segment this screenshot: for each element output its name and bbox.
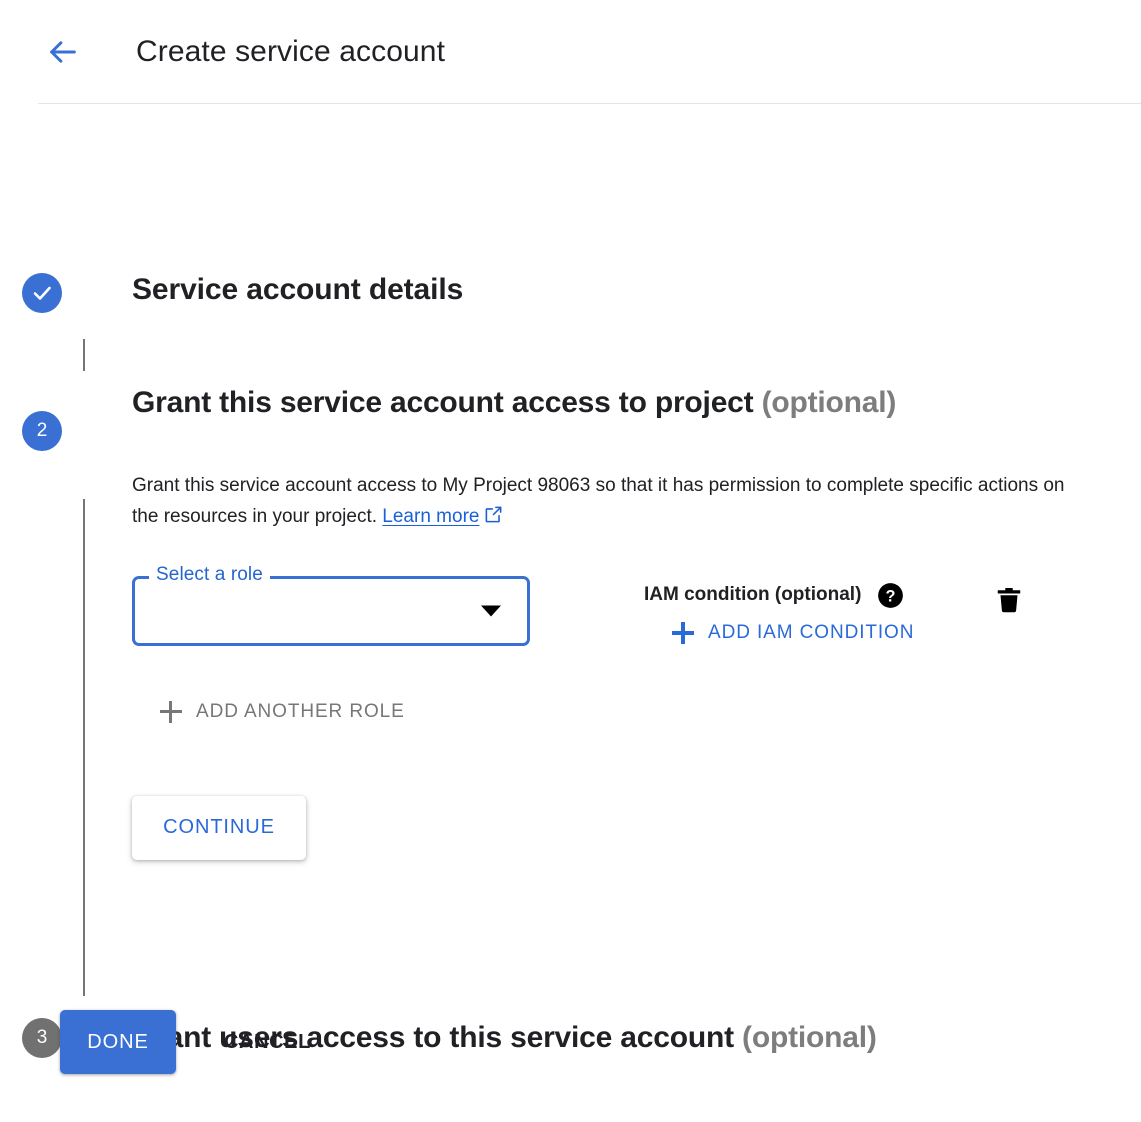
learn-more-link[interactable]: Learn more (382, 506, 503, 527)
step-2-title-optional: (optional) (762, 386, 897, 419)
plus-icon (160, 701, 182, 723)
step-2-description-text: Grant this service account access to My … (132, 475, 1065, 527)
role-row: Select a role IAM condition (optional) ? (132, 576, 1141, 646)
help-filled-icon[interactable]: ? (877, 582, 904, 609)
step-1-badge-complete (22, 273, 62, 313)
step-1-badge-column (0, 273, 84, 313)
footer-actions: DONE CANCEL (60, 1010, 311, 1074)
check-icon (30, 281, 54, 305)
iam-condition-block: IAM condition (optional) ? ADD IAM CONDI… (644, 576, 914, 644)
arrow-left-icon (46, 35, 80, 69)
stepper: Service account details 2 Grant this ser… (0, 103, 1141, 161)
continue-button[interactable]: CONTINUE (132, 796, 306, 860)
step-2-title: Grant this service account access to pro… (132, 385, 896, 420)
svg-text:?: ? (886, 587, 896, 605)
plus-icon (672, 622, 694, 644)
page-header: Create service account (0, 0, 1141, 103)
trash-icon (994, 584, 1024, 616)
back-button[interactable] (40, 29, 86, 75)
add-another-role-label: ADD ANOTHER ROLE (196, 701, 405, 723)
stepper-connector-1 (83, 339, 85, 371)
step-2-badge-column: 2 (0, 385, 84, 451)
step-2-description: Grant this service account access to My … (132, 471, 1082, 533)
done-button[interactable]: DONE (60, 1010, 176, 1074)
iam-condition-label: IAM condition (optional) (644, 584, 861, 606)
select-a-role-dropdown[interactable]: Select a role (132, 576, 530, 646)
add-another-role-button[interactable]: ADD ANOTHER ROLE (160, 701, 405, 723)
step-2-body: Grant this service account access to My … (132, 471, 1141, 860)
learn-more-label: Learn more (382, 506, 479, 527)
chevron-down-icon (481, 605, 501, 616)
add-iam-condition-label: ADD IAM CONDITION (708, 622, 914, 644)
step-2-badge-number: 2 (22, 411, 62, 451)
step-2-grant-access: 2 Grant this service account access to p… (0, 385, 1141, 860)
step-2-title-text: Grant this service account access to pro… (132, 386, 753, 419)
iam-condition-label-row: IAM condition (optional) ? (644, 582, 914, 609)
step-2-header: 2 Grant this service account access to p… (0, 385, 1141, 451)
select-a-role-label: Select a role (149, 565, 270, 584)
open-in-new-icon (479, 506, 503, 527)
page-title: Create service account (136, 35, 445, 69)
step-1-service-account-details[interactable]: Service account details (0, 273, 1141, 313)
step-3-badge-number: 3 (22, 1018, 62, 1058)
step-1-title: Service account details (132, 273, 463, 307)
add-iam-condition-button[interactable]: ADD IAM CONDITION (672, 622, 914, 644)
step-3-title-optional: (optional) (742, 1021, 877, 1054)
cancel-button[interactable]: CANCEL (224, 1031, 311, 1054)
delete-role-button[interactable] (988, 576, 1030, 617)
